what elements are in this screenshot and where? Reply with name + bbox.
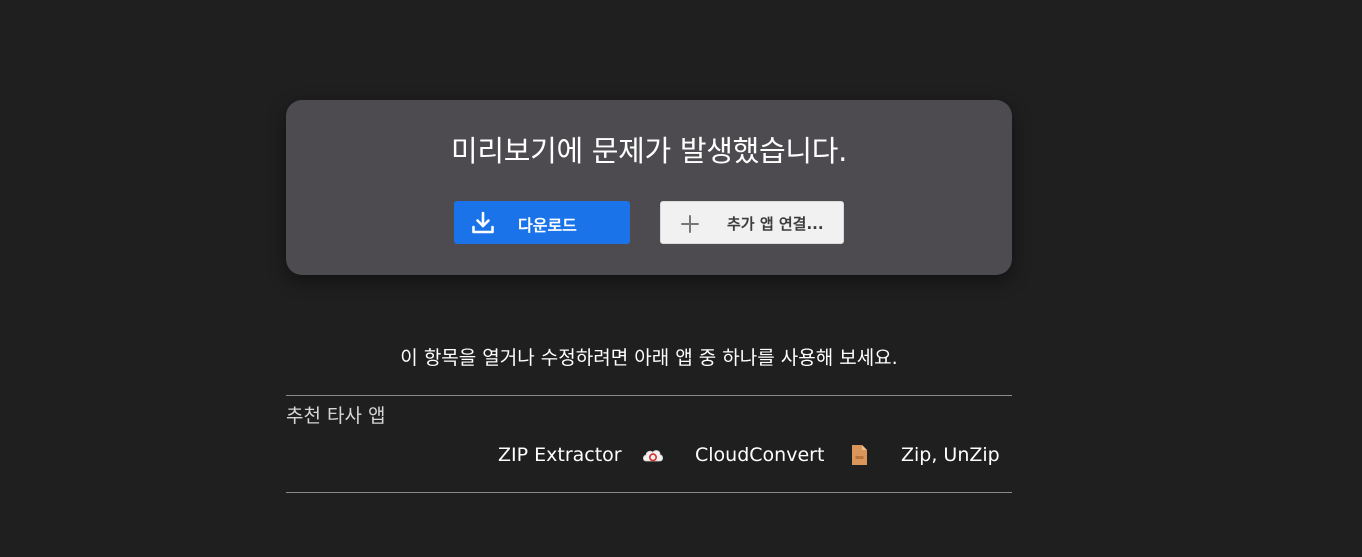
cloudconvert-icon xyxy=(642,450,664,462)
recommended-apps-list: ZIP Extractor CloudConvert Zip, UnZip xyxy=(286,440,1012,470)
connect-more-apps-label: 추가 앱 연결... xyxy=(727,215,824,233)
divider-bottom xyxy=(286,492,1012,493)
connect-more-apps-button[interactable]: 추가 앱 연결... xyxy=(660,201,844,244)
preview-error-card: 미리보기에 문제가 발생했습니다. 다운로드 추가 앱 연결... xyxy=(286,100,1012,275)
app-label-zip-extractor: ZIP Extractor xyxy=(498,444,622,466)
error-title: 미리보기에 문제가 발생했습니다. xyxy=(450,134,848,168)
download-icon xyxy=(472,211,494,234)
download-button-label: 다운로드 xyxy=(518,216,577,235)
app-cloudconvert[interactable]: CloudConvert xyxy=(640,440,824,470)
plus-icon xyxy=(681,215,699,233)
divider-top xyxy=(286,395,1012,396)
open-with-hint: 이 항목을 열거나 수정하려면 아래 앱 중 하나를 사용해 보세요. xyxy=(400,347,898,369)
app-label-cloudconvert: CloudConvert xyxy=(695,444,825,466)
app-label-zip-unzip: Zip, UnZip xyxy=(901,444,1000,466)
app-zip-extractor[interactable]: ZIP Extractor xyxy=(498,440,622,470)
recommended-apps-title: 추천 타사 앱 xyxy=(286,405,386,427)
download-button[interactable]: 다운로드 xyxy=(454,201,630,244)
zip-file-icon xyxy=(852,445,867,465)
app-zip-unzip[interactable]: Zip, UnZip xyxy=(846,440,1000,470)
preview-error-page: 미리보기에 문제가 발생했습니다. 다운로드 추가 앱 연결... 이 항목을 … xyxy=(0,0,1362,557)
